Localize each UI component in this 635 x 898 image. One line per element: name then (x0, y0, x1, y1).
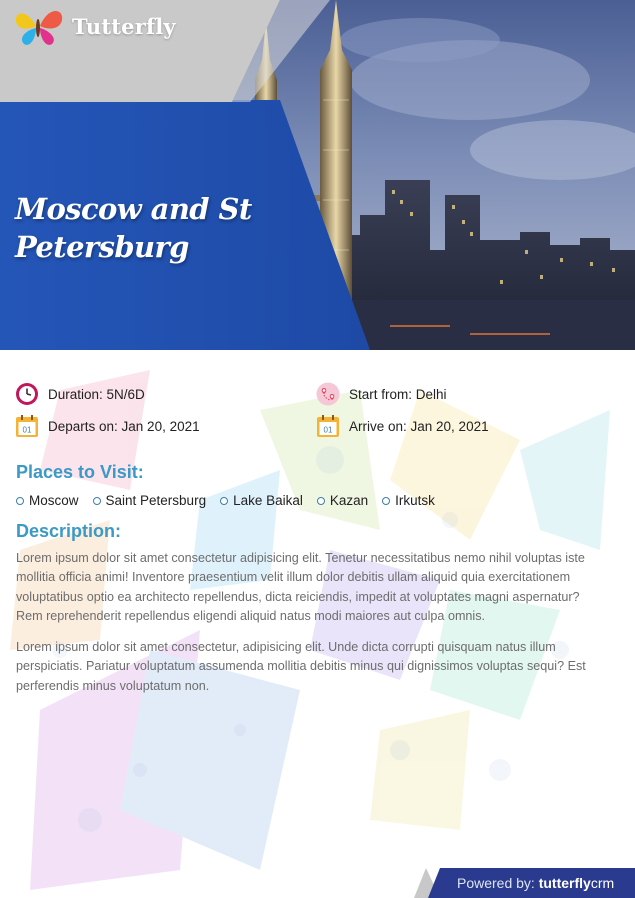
tour-title: Moscow and St Petersburg (15, 192, 252, 264)
place-name: Lake Baikal (233, 493, 303, 508)
duration-info: Duration: 5N/6D (15, 381, 145, 407)
brand-logo: Tutterfly (12, 4, 176, 48)
calendar-day: 01 (23, 426, 32, 435)
start-text: Start from: Delhi (349, 386, 447, 402)
powered-by-brand-suffix: crm (590, 875, 615, 891)
hero-banner: Tutterfly Moscow and St Petersburg (0, 0, 635, 350)
calendar-day: 01 (324, 426, 333, 435)
location-pin-icon (316, 382, 340, 406)
arrive-info: 01 Arrive on: Jan 20, 2021 (316, 413, 489, 439)
bullet-icon (382, 496, 391, 505)
calendar-icon: 01 (317, 415, 339, 437)
calendar-icon: 01 (16, 415, 38, 437)
place-item: Irkutsk (382, 493, 435, 508)
place-item: Kazan (316, 493, 369, 508)
places-list: Moscow Saint Petersburg Lake Baikal Kaza… (16, 493, 449, 508)
place-item: Moscow (16, 493, 79, 508)
powered-by-brand: tutterfly (538, 875, 591, 891)
place-item: Saint Petersburg (92, 493, 207, 508)
powered-by: Powered by: tutterflycrm (457, 875, 614, 891)
place-name: Moscow (29, 493, 79, 508)
powered-by-label: Powered by: (457, 875, 535, 891)
places-heading: Places to Visit: (16, 462, 144, 482)
place-name: Kazan (329, 493, 369, 508)
place-name: Irkutsk (395, 493, 435, 508)
description-heading: Description: (16, 521, 122, 541)
bullet-icon (220, 496, 229, 505)
place-name: Saint Petersburg (105, 493, 207, 508)
start-info: Start from: Delhi (316, 381, 447, 407)
bullet-icon (16, 496, 24, 505)
brand-name: Tutterfly (72, 13, 176, 39)
description-paragraph: Lorem ipsum dolor sit amet consectetur a… (16, 551, 585, 623)
bullet-icon (316, 496, 325, 505)
place-item: Lake Baikal (220, 493, 303, 508)
arrive-text: Arrive on: Jan 20, 2021 (349, 418, 489, 434)
duration-text: Duration: 5N/6D (48, 386, 145, 402)
description-paragraph: Lorem ipsum dolor sit amet consectetur, … (16, 640, 586, 693)
clock-icon (16, 383, 38, 405)
departs-info: 01 Departs on: Jan 20, 2021 (15, 413, 200, 439)
bullet-icon (92, 496, 101, 505)
departs-text: Departs on: Jan 20, 2021 (48, 418, 200, 434)
butterfly-logo-icon (15, 10, 63, 45)
